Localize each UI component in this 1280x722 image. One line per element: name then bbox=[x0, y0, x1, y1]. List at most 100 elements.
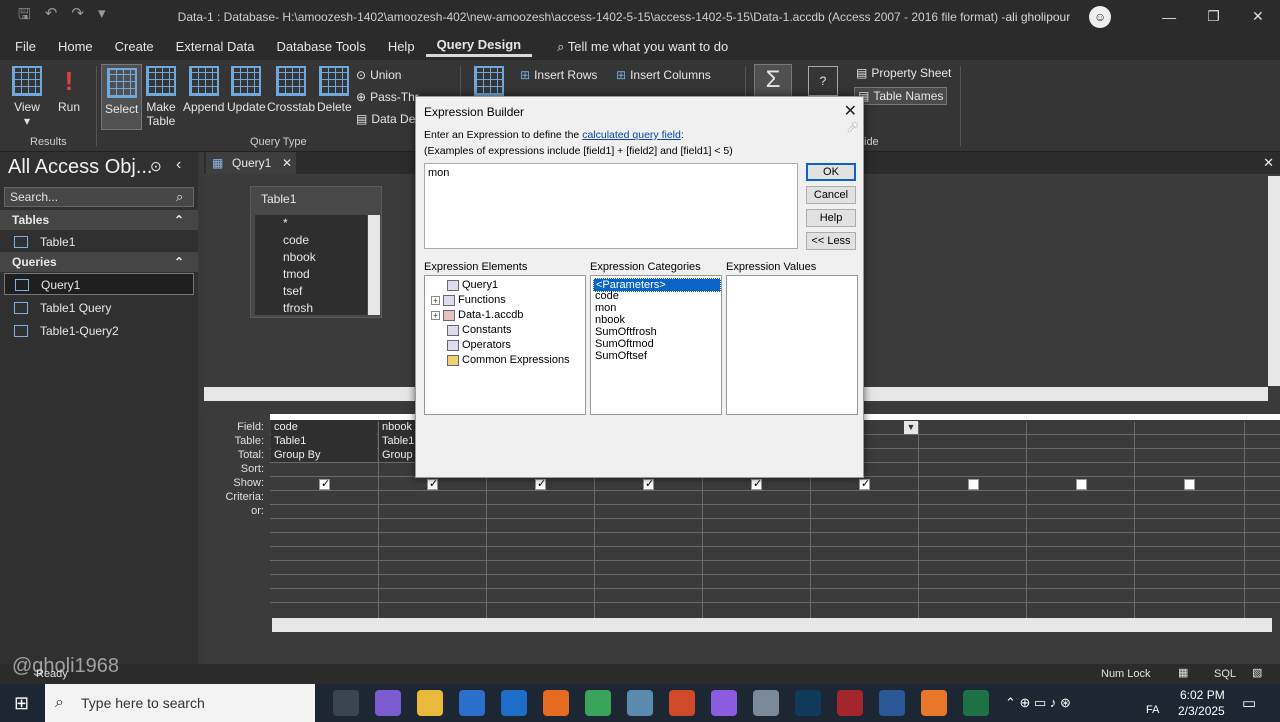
nav-item-table1-query2[interactable]: Table1-Query2 bbox=[4, 320, 194, 342]
app-icon[interactable] bbox=[753, 690, 779, 716]
nav-item-table1[interactable]: Table1 bbox=[4, 231, 194, 253]
upper-vertical-scrollbar[interactable] bbox=[1268, 176, 1280, 386]
collapse-nav-icon[interactable]: ‹ bbox=[176, 156, 181, 174]
category-item[interactable]: mon bbox=[593, 302, 616, 314]
photoshop-icon[interactable] bbox=[795, 690, 821, 716]
expand-icon[interactable]: + bbox=[431, 295, 440, 305]
tree-item-database[interactable]: + Data-1.accdb bbox=[431, 309, 523, 321]
field-item[interactable]: tmod bbox=[255, 266, 367, 283]
design-view-icon[interactable]: ▧ bbox=[1252, 666, 1262, 679]
user-name[interactable]: ali gholipour bbox=[1006, 10, 1090, 24]
cancel-button[interactable]: Cancel bbox=[806, 186, 856, 204]
tab-query1[interactable]: ▦ Query1 ✕ bbox=[206, 152, 296, 174]
nav-item-query1[interactable]: Query1 bbox=[4, 273, 194, 295]
grid-table-cell[interactable]: Table1 bbox=[379, 434, 419, 448]
field-item[interactable]: * bbox=[255, 215, 367, 232]
category-item[interactable]: nbook bbox=[593, 314, 625, 326]
nav-search-input[interactable]: Search... bbox=[4, 187, 194, 207]
redo-icon[interactable]: ↷ bbox=[71, 4, 84, 29]
property-sheet-button[interactable]: ▤ Property Sheet bbox=[856, 66, 951, 80]
customize-icon[interactable]: ▾ bbox=[98, 4, 106, 29]
grid-horizontal-scrollbar[interactable] bbox=[272, 618, 1272, 632]
insert-columns-button[interactable]: ⊞ Insert Columns bbox=[616, 68, 711, 82]
file-explorer-icon[interactable] bbox=[417, 690, 443, 716]
access-icon[interactable] bbox=[837, 690, 863, 716]
grid-table-cell[interactable]: Table1 bbox=[271, 434, 377, 448]
category-item[interactable]: code bbox=[593, 290, 619, 302]
make-table-button[interactable]: Make Table bbox=[146, 66, 176, 128]
grid-total-cell[interactable]: Group bbox=[379, 448, 419, 462]
less-button[interactable]: << Less bbox=[806, 232, 856, 250]
nav-title[interactable]: All Access Obj... bbox=[8, 156, 153, 179]
tree-item-common-expressions[interactable]: Common Expressions bbox=[447, 354, 570, 366]
firefox-icon[interactable] bbox=[543, 690, 569, 716]
expression-input[interactable]: mon bbox=[424, 163, 798, 249]
delete-button[interactable]: Delete bbox=[317, 66, 352, 114]
show-checkbox[interactable] bbox=[535, 477, 546, 490]
show-checkbox[interactable] bbox=[1076, 479, 1087, 490]
show-checkbox[interactable] bbox=[643, 477, 654, 490]
save-icon[interactable]: 🖫 bbox=[18, 4, 31, 29]
append-button[interactable]: Append bbox=[183, 66, 224, 114]
grid-total-cell[interactable]: Group By bbox=[271, 448, 377, 462]
tables-section-header[interactable]: Tables ⌃ bbox=[0, 210, 198, 230]
language-indicator[interactable]: FA bbox=[1146, 704, 1159, 716]
run-button[interactable]: ! Run bbox=[54, 66, 84, 114]
expression-categories-list[interactable]: <Parameters> code mon nbook SumOftfrosh … bbox=[590, 275, 722, 415]
field-item[interactable]: nbook bbox=[255, 249, 367, 266]
taskbar-search-input[interactable]: ⌕ Type here to search bbox=[45, 684, 315, 722]
camtasia-icon[interactable] bbox=[669, 690, 695, 716]
view-button[interactable]: View ▾ bbox=[12, 66, 42, 128]
pass-through-button[interactable]: ⊕ Pass-Thr bbox=[356, 90, 419, 104]
undo-icon[interactable]: ↶ bbox=[45, 4, 58, 29]
field-item[interactable]: tsef bbox=[255, 283, 367, 300]
sql-view-button[interactable]: SQL bbox=[1214, 668, 1236, 680]
data-definition-button[interactable]: ▤ Data Def bbox=[356, 112, 419, 126]
close-document-icon[interactable]: ✕ bbox=[1263, 155, 1274, 171]
clock-time[interactable]: 6:02 PM bbox=[1180, 688, 1225, 702]
excel-icon[interactable] bbox=[963, 690, 989, 716]
category-item[interactable]: SumOftfrosh bbox=[593, 326, 657, 338]
category-item[interactable]: SumOftmod bbox=[593, 338, 654, 350]
expression-elements-list[interactable]: Query1 + Functions + Data-1.accdb Constant… bbox=[424, 275, 586, 415]
clock-date[interactable]: 2/3/2025 bbox=[1178, 704, 1225, 718]
nav-item-table1-query[interactable]: Table1 Query bbox=[4, 297, 194, 319]
crosstab-button[interactable]: Crosstab bbox=[267, 66, 315, 114]
copilot-icon[interactable] bbox=[375, 690, 401, 716]
expression-values-list[interactable] bbox=[726, 275, 858, 415]
tree-item-constants[interactable]: Constants bbox=[447, 324, 512, 336]
show-checkbox[interactable] bbox=[1184, 479, 1195, 490]
grid-field-cell[interactable]: nbook bbox=[379, 420, 419, 434]
avatar[interactable]: ☺ bbox=[1089, 5, 1111, 28]
minimize-button[interactable]: — bbox=[1147, 9, 1191, 25]
tree-item-functions[interactable]: + Functions bbox=[431, 294, 506, 306]
expand-icon[interactable]: + bbox=[431, 310, 440, 320]
table-names-button[interactable]: ▤Table Names bbox=[854, 87, 948, 105]
windows-start-icon[interactable]: ⊞ bbox=[14, 693, 29, 714]
field-item[interactable]: tfrosh bbox=[255, 300, 367, 317]
menu-database-tools[interactable]: Database Tools bbox=[265, 39, 376, 54]
menu-home[interactable]: Home bbox=[47, 39, 104, 54]
close-window-button[interactable]: ✕ bbox=[1236, 8, 1280, 25]
help-button[interactable]: Help bbox=[806, 209, 856, 227]
menu-create[interactable]: Create bbox=[104, 39, 165, 54]
category-item[interactable]: SumOftsef bbox=[593, 350, 647, 362]
datasheet-view-icon[interactable]: ▦ bbox=[1178, 666, 1188, 679]
word-icon[interactable] bbox=[879, 690, 905, 716]
calculated-query-field-link[interactable]: calculated query field bbox=[582, 129, 681, 141]
notification-icon[interactable]: ▭ bbox=[1242, 694, 1256, 712]
ok-button[interactable]: OK bbox=[806, 163, 856, 181]
tray-icons[interactable]: ⌃ ⊕ ▭ ♪ ⊛ bbox=[1005, 695, 1071, 711]
parameters-button[interactable]: ? bbox=[808, 66, 838, 100]
insert-rows-button[interactable]: ⊞ Insert Rows bbox=[520, 68, 597, 82]
tree-item-operators[interactable]: Operators bbox=[447, 339, 511, 351]
app-icon[interactable] bbox=[921, 690, 947, 716]
menu-external-data[interactable]: External Data bbox=[165, 39, 266, 54]
field-item[interactable]: code bbox=[255, 232, 367, 249]
task-view-icon[interactable] bbox=[333, 690, 359, 716]
menu-file[interactable]: File bbox=[0, 39, 47, 54]
table1-field-list[interactable]: Table1 * code nbook tmod tsef tfrosh bbox=[250, 186, 382, 318]
show-checkbox[interactable] bbox=[968, 479, 979, 490]
menu-help[interactable]: Help bbox=[377, 39, 426, 54]
restore-button[interactable]: ❐ bbox=[1191, 8, 1235, 25]
